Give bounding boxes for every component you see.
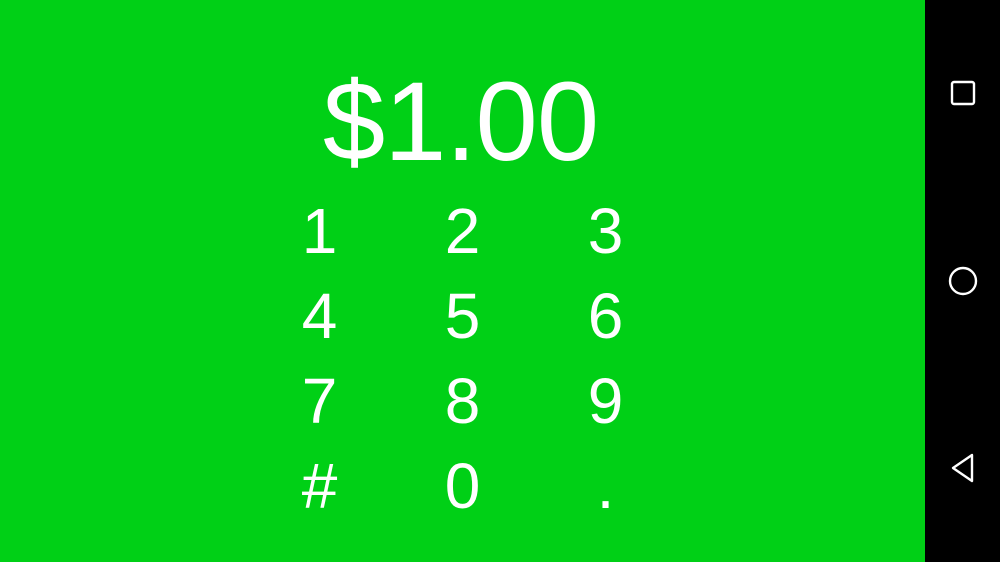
recents-button[interactable] <box>925 63 1000 123</box>
back-icon <box>951 453 973 483</box>
key-3[interactable]: 3 <box>534 188 677 273</box>
device-screen: $1.00 1 2 3 4 5 6 7 8 9 # 0 . <box>0 0 1000 562</box>
system-navigation-bar <box>925 0 1000 562</box>
key-7[interactable]: 7 <box>248 358 391 443</box>
key-1[interactable]: 1 <box>248 188 391 273</box>
key-2[interactable]: 2 <box>391 188 534 273</box>
key-9[interactable]: 9 <box>534 358 677 443</box>
recents-icon <box>950 80 975 106</box>
home-button[interactable] <box>925 251 1000 311</box>
key-6[interactable]: 6 <box>534 273 677 358</box>
key-4[interactable]: 4 <box>248 273 391 358</box>
key-decimal[interactable]: . <box>534 443 677 528</box>
numeric-keypad: 1 2 3 4 5 6 7 8 9 # 0 . <box>248 188 676 528</box>
back-button[interactable] <box>925 438 1000 498</box>
payment-keypad-screen: $1.00 1 2 3 4 5 6 7 8 9 # 0 . <box>0 0 925 562</box>
key-0[interactable]: 0 <box>391 443 534 528</box>
key-8[interactable]: 8 <box>391 358 534 443</box>
key-hash[interactable]: # <box>248 443 391 528</box>
home-icon <box>948 266 977 296</box>
key-5[interactable]: 5 <box>391 273 534 358</box>
amount-display: $1.00 <box>322 59 599 184</box>
